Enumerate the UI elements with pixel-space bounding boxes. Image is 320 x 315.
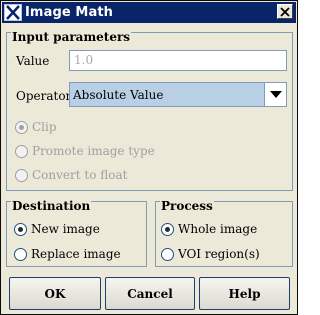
voi-radio[interactable]: [161, 247, 174, 261]
replace-image-label: Replace image: [31, 247, 121, 261]
promote-label: Promote image type: [32, 144, 155, 158]
title-bar[interactable]: Image Math: [2, 2, 296, 23]
promote-radio[interactable]: [15, 144, 28, 158]
value-input[interactable]: 1.0: [69, 50, 287, 71]
triangle-down-icon: [269, 90, 282, 98]
convert-label: Convert to float: [32, 168, 128, 182]
close-button[interactable]: [277, 4, 293, 19]
clip-option[interactable]: Clip: [15, 120, 57, 134]
voi-option[interactable]: VOI region(s): [161, 247, 260, 261]
close-icon: [280, 6, 290, 17]
new-image-radio[interactable]: [14, 222, 27, 236]
app-x-icon: [4, 4, 22, 21]
process-title: Process: [160, 199, 214, 213]
replace-image-option[interactable]: Replace image: [14, 247, 121, 261]
input-parameters-title: Input parameters: [11, 30, 132, 44]
ok-button[interactable]: OK: [9, 277, 101, 310]
new-image-label: New image: [31, 222, 100, 236]
convert-radio[interactable]: [15, 168, 28, 182]
image-math-dialog: Image Math Input parameters Value 1.0 Op…: [0, 0, 298, 315]
operator-label: Operator: [16, 89, 72, 103]
whole-image-label: Whole image: [178, 222, 258, 236]
whole-image-radio[interactable]: [161, 222, 174, 236]
window-title: Image Math: [25, 5, 113, 20]
destination-title: Destination: [11, 199, 92, 213]
voi-label: VOI region(s): [178, 247, 260, 261]
replace-image-radio[interactable]: [14, 247, 27, 261]
help-button[interactable]: Help: [199, 277, 290, 310]
operator-select[interactable]: Absolute Value: [69, 82, 287, 107]
whole-image-option[interactable]: Whole image: [161, 222, 257, 236]
operator-dropdown-button[interactable]: [264, 83, 286, 106]
cancel-button[interactable]: Cancel: [105, 277, 195, 310]
operator-selected-value: Absolute Value: [73, 88, 164, 102]
promote-option[interactable]: Promote image type: [15, 144, 155, 158]
convert-option[interactable]: Convert to float: [15, 168, 127, 182]
new-image-option[interactable]: New image: [14, 222, 100, 236]
clip-label: Clip: [32, 120, 57, 134]
clip-radio[interactable]: [15, 120, 28, 134]
value-label: Value: [16, 54, 50, 68]
